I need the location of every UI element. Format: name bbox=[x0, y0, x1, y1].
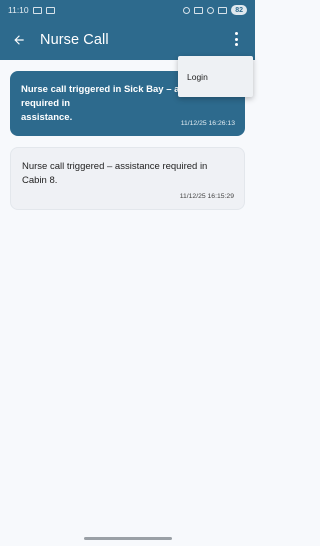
wifi-icon bbox=[207, 6, 215, 14]
home-indicator[interactable] bbox=[84, 537, 172, 540]
notification-icon bbox=[32, 6, 42, 14]
call-card[interactable]: Nurse call triggered – assistance requir… bbox=[10, 147, 245, 210]
mute-icon bbox=[194, 6, 204, 14]
mail-icon bbox=[45, 6, 55, 14]
battery-icon: 82 bbox=[231, 5, 247, 15]
call-message: Nurse call triggered – assistance requir… bbox=[22, 161, 208, 186]
overflow-menu: Login bbox=[178, 56, 253, 97]
signal-icon bbox=[218, 6, 228, 14]
arrow-left-icon bbox=[14, 35, 24, 45]
page-title: Nurse Call bbox=[40, 32, 109, 48]
toolbar: Nurse Call bbox=[0, 20, 255, 60]
more-vert-icon bbox=[234, 32, 238, 35]
more-vert-icon-dot bbox=[234, 37, 238, 41]
call-timestamp: 11/12/25 16:26:13 bbox=[180, 120, 235, 127]
link-icon bbox=[183, 6, 191, 14]
overflow-menu-button[interactable] bbox=[229, 30, 243, 48]
status-right: 82 bbox=[183, 5, 247, 15]
status-left: 11:10 bbox=[8, 5, 55, 15]
call-timestamp: 11/12/25 16:15:29 bbox=[179, 193, 234, 200]
status-bar: 11:10 82 bbox=[0, 0, 255, 20]
more-vert-icon-dot bbox=[234, 43, 238, 46]
app-bar: 11:10 82 Nurse Call bbox=[0, 0, 255, 60]
back-button[interactable] bbox=[10, 31, 28, 49]
status-time: 11:10 bbox=[8, 5, 29, 15]
menu-item-login[interactable]: Login bbox=[187, 72, 208, 82]
call-message-tail: assistance. bbox=[21, 112, 73, 123]
